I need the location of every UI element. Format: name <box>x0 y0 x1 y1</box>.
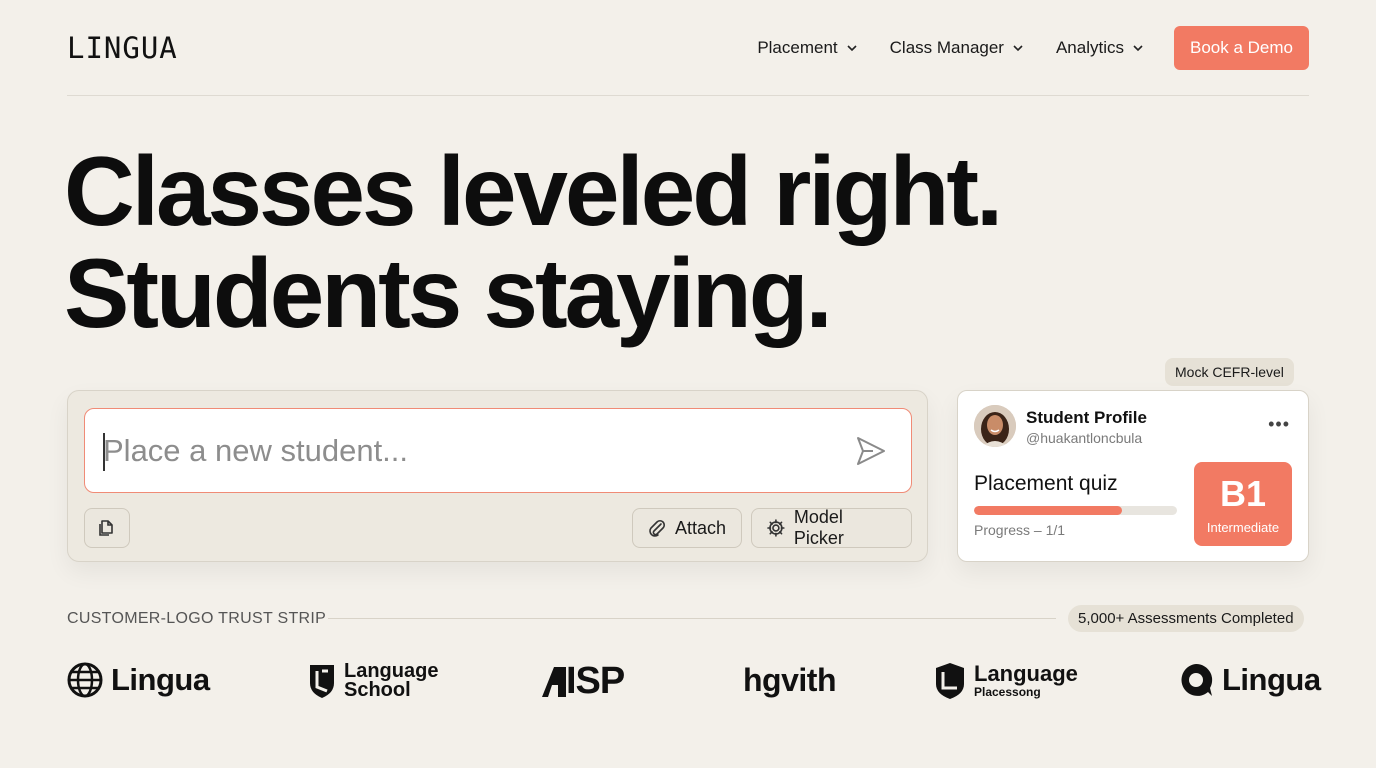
top-nav: LINGUA Placement Class Manager Analytics… <box>67 26 1309 70</box>
cefr-level-badge: B1 Intermediate <box>1194 462 1292 546</box>
attach-button[interactable]: Attach <box>632 508 742 548</box>
logo-text: Lingua <box>1222 662 1321 697</box>
logo-line-2: Placessong <box>974 685 1041 699</box>
brand-logo[interactable]: LINGUA <box>67 31 178 65</box>
logo-text-stack: Language School <box>344 661 438 701</box>
send-icon[interactable] <box>853 433 889 469</box>
level-name: Intermediate <box>1206 520 1280 535</box>
student-input-wrapper <box>84 408 912 493</box>
nav-item-label: Class Manager <box>889 38 1004 57</box>
chevron-down-icon <box>1133 45 1143 52</box>
nav-item-class-manager[interactable]: Class Manager <box>890 38 1024 58</box>
quiz-progress-fill <box>974 506 1123 515</box>
logo-text: hgvith <box>743 662 836 698</box>
nav-item-label: Placement <box>757 38 838 57</box>
avatar <box>974 405 1016 447</box>
customer-logo-isp: ISP <box>540 660 625 703</box>
nav-item-label: Analytics <box>1055 38 1124 57</box>
shield-logo-icon <box>936 663 964 699</box>
customer-logo-language-placessong: Language Placessong <box>934 662 1078 700</box>
customer-logo-hgvith: hgvith <box>743 662 836 699</box>
nav-menu: Placement Class Manager Analytics Book a… <box>725 26 1309 70</box>
level-code: B1 <box>1219 473 1267 514</box>
isp-mark-icon <box>542 666 566 697</box>
shield-icon <box>310 665 334 698</box>
assessments-badge: 5,000+ Assessments Completed <box>1068 605 1304 632</box>
student-input[interactable] <box>103 431 823 471</box>
nav-item-placement[interactable]: Placement <box>757 38 857 58</box>
chevron-down-icon <box>1013 45 1023 52</box>
attach-label: Attach <box>675 517 727 538</box>
customer-logo-lingua: Lingua <box>67 662 210 698</box>
customer-logo-lingua-2: Lingua <box>1178 662 1321 698</box>
nav-item-analytics[interactable]: Analytics <box>1056 38 1144 58</box>
customer-logo-language-school: Language School <box>308 661 438 701</box>
logo-text-stack: Language Placessong <box>974 661 1078 700</box>
document-button[interactable] <box>84 508 130 548</box>
quiz-progress-bar <box>974 506 1177 515</box>
more-options-icon[interactable]: ••• <box>1268 415 1290 433</box>
paperclip-icon <box>649 519 666 537</box>
trust-strip-divider <box>328 618 1056 619</box>
logo-text: ISP <box>566 660 625 702</box>
profile-title: Student Profile <box>1026 408 1147 427</box>
student-profile-card: Student Profile @huakantloncbula ••• Pla… <box>957 390 1309 562</box>
model-picker-button[interactable]: Model Picker <box>751 507 912 548</box>
text-caret <box>103 433 105 471</box>
hero-line-2: Students staying. <box>64 238 833 348</box>
trust-strip-label: CUSTOMER-LOGO TRUST STRIP <box>67 610 327 627</box>
student-composer: Attach Model Picker <box>67 390 928 562</box>
progress-text: Progress – 1/1 <box>974 522 1066 538</box>
globe-icon <box>67 662 103 698</box>
mock-cefr-tag: Mock CEFR-level <box>1165 358 1294 386</box>
hero-line-1: Classes leveled right. <box>64 136 1003 246</box>
speech-bubble-icon <box>1181 663 1213 696</box>
logo-line-1: Language <box>974 661 1078 686</box>
book-demo-button[interactable]: Book a Demo <box>1174 26 1309 70</box>
logo-text: Lingua <box>111 662 210 697</box>
quiz-title: Placement quiz <box>974 472 1118 495</box>
document-icon <box>99 520 113 536</box>
model-picker-label: Model Picker <box>793 507 844 548</box>
gear-icon <box>767 519 785 537</box>
chevron-down-icon <box>847 45 857 52</box>
header-divider <box>67 95 1309 96</box>
profile-handle: @huakantloncbula <box>1026 430 1143 446</box>
hero-heading: Classes leveled right. Students staying. <box>64 136 1003 348</box>
logo-line-2: School <box>344 679 411 701</box>
